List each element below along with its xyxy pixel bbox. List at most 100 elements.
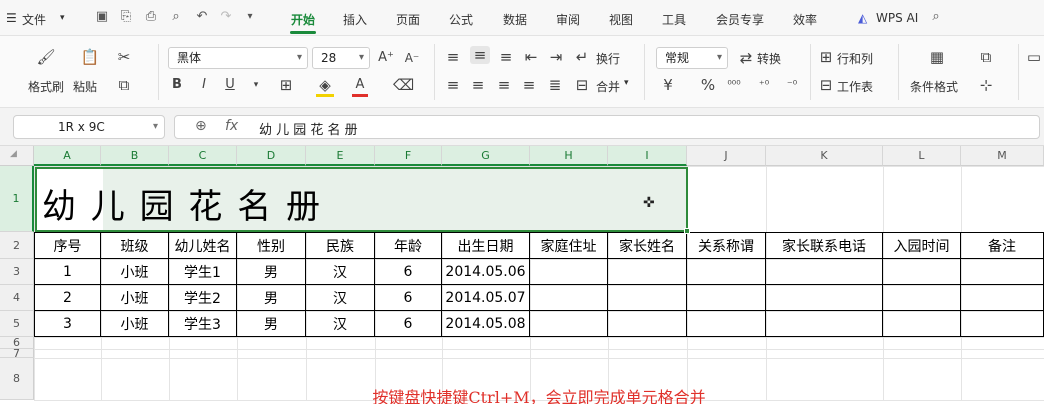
header-cell[interactable]: 家庭住址	[530, 232, 608, 259]
header-cell[interactable]: 家长姓名	[608, 232, 687, 259]
table-cell[interactable]: 学生2	[169, 285, 237, 311]
table-cell[interactable]: 3	[34, 311, 101, 337]
table-cell[interactable]: 2014.05.07	[442, 285, 530, 311]
header-cell[interactable]: 序号	[34, 232, 101, 259]
row-header-7[interactable]: 7	[0, 348, 34, 359]
tab-home[interactable]: 开始	[291, 11, 315, 28]
column-header-C[interactable]: C	[169, 146, 237, 166]
border-icon[interactable]: ⊞	[278, 76, 294, 94]
tab-view[interactable]: 视图	[609, 11, 633, 28]
table-cell[interactable]	[608, 259, 687, 285]
file-menu[interactable]: 文件	[22, 11, 46, 28]
name-box[interactable]: 1R x 9C ▾	[13, 115, 165, 139]
column-header-M[interactable]: M	[961, 146, 1044, 166]
row-header-8[interactable]: 8	[0, 358, 34, 400]
italic-icon[interactable]: I	[197, 76, 211, 94]
row-header-4[interactable]: 4	[0, 285, 34, 311]
wps-ai-button[interactable]: WPS AI	[876, 11, 918, 25]
fill-color-icon[interactable]: ◈	[316, 76, 334, 97]
table-cell[interactable]	[883, 285, 961, 311]
table-cell[interactable]	[961, 259, 1044, 285]
tab-review[interactable]: 审阅	[556, 11, 580, 28]
header-cell[interactable]: 班级	[101, 232, 169, 259]
rows-cols-icon[interactable]: ⊞	[818, 48, 834, 66]
copy-icon[interactable]: ⧉	[115, 76, 133, 94]
zoom-icon[interactable]: ⊕	[195, 118, 207, 134]
table-cell[interactable]	[883, 311, 961, 337]
table-cell[interactable]: 2014.05.06	[442, 259, 530, 285]
table-cell[interactable]: 6	[375, 285, 442, 311]
tab-data[interactable]: 数据	[503, 11, 527, 28]
tab-formula[interactable]: 公式	[449, 11, 473, 28]
table-cell[interactable]: 6	[375, 259, 442, 285]
worksheet-icon[interactable]: ⊟	[818, 76, 834, 94]
more-chevron-icon[interactable]: ▾	[242, 9, 258, 25]
print-icon[interactable]: ⎙	[143, 9, 159, 25]
wrap-text-icon[interactable]: ↵	[574, 48, 590, 66]
chevron-down-icon[interactable]: ▾	[60, 13, 65, 23]
cell-style-icon[interactable]: ⧉	[978, 48, 994, 66]
percent-icon[interactable]: %	[700, 76, 716, 94]
align-top-icon[interactable]: ≡	[445, 48, 461, 66]
column-header-B[interactable]: B	[101, 146, 169, 166]
header-cell[interactable]: 入园时间	[883, 232, 961, 259]
column-header-J[interactable]: J	[687, 146, 766, 166]
table-cell[interactable]: 1	[34, 259, 101, 285]
align-bottom-icon[interactable]: ≡	[498, 48, 514, 66]
row-header-1[interactable]: 1	[0, 166, 34, 232]
table-cell[interactable]: 小班	[101, 311, 169, 337]
hamburger-icon[interactable]: ☰	[6, 11, 17, 25]
align-left-icon[interactable]: ≡	[445, 76, 461, 94]
font-size-dropdown[interactable]: 28 ▾	[312, 47, 370, 69]
formula-input[interactable]: ⊕ fx 幼 儿 园 花 名 册	[174, 115, 1040, 139]
table-cell[interactable]	[608, 311, 687, 337]
table-cell[interactable]	[530, 311, 608, 337]
header-cell[interactable]: 年龄	[375, 232, 442, 259]
bold-icon[interactable]: B	[170, 76, 184, 94]
align-center-icon[interactable]: ≡	[470, 76, 486, 94]
cut-icon[interactable]: ✂	[115, 48, 133, 66]
merged-title-cell[interactable]: 幼 儿 园 花 名 册 ✜	[35, 167, 690, 234]
column-header-G[interactable]: G	[442, 146, 530, 166]
align-middle-icon[interactable]: ≡	[470, 46, 490, 64]
header-cell[interactable]: 民族	[306, 232, 375, 259]
table-cell[interactable]	[530, 285, 608, 311]
table-cell[interactable]: 男	[237, 259, 306, 285]
rows-cols-button[interactable]: 行和列	[837, 50, 873, 67]
wrap-text-button[interactable]: 换行	[596, 50, 620, 67]
format-painter-button[interactable]: 格式刷	[28, 78, 64, 95]
row-header-2[interactable]: 2	[0, 232, 34, 259]
table-cell[interactable]	[687, 311, 766, 337]
spreadsheet-grid[interactable]: ◢ ABCDEFGHIJKLM 12345678 序号 班级 幼儿姓名 性别 民族 年龄出…	[0, 146, 1044, 404]
indent-increase-icon[interactable]: ⇥	[548, 48, 564, 66]
column-header-E[interactable]: E	[306, 146, 375, 166]
header-cell[interactable]: 幼儿姓名	[169, 232, 237, 259]
paste-button[interactable]: 粘贴	[73, 78, 97, 95]
font-shrink-icon[interactable]: A⁻	[404, 49, 420, 67]
search-icon[interactable]: ⌕	[928, 9, 944, 25]
font-grow-icon[interactable]: A⁺	[378, 49, 394, 67]
table-cell[interactable]	[766, 259, 883, 285]
fill-handle[interactable]	[684, 228, 690, 234]
conditional-format-button[interactable]: 条件格式	[910, 78, 958, 95]
table-cell[interactable]: 小班	[101, 285, 169, 311]
table-cell[interactable]	[766, 311, 883, 337]
column-header-L[interactable]: L	[883, 146, 961, 166]
underline-icon[interactable]: U	[222, 76, 238, 94]
chevron-down-icon[interactable]: ▾	[250, 76, 262, 94]
table-cell[interactable]: 汉	[306, 311, 375, 337]
table-cell[interactable]: 男	[237, 285, 306, 311]
format-painter-icon[interactable]: 🖌	[36, 48, 56, 66]
table-cell[interactable]: 汉	[306, 259, 375, 285]
font-name-dropdown[interactable]: 黑体 ▾	[168, 47, 308, 69]
worksheet-button[interactable]: 工作表	[837, 78, 873, 95]
convert-icon[interactable]: ⇄	[738, 49, 754, 67]
more-tools-icon[interactable]: ▭	[1026, 48, 1042, 66]
table-cell[interactable]	[961, 285, 1044, 311]
table-cell[interactable]	[687, 259, 766, 285]
table-cell[interactable]	[687, 285, 766, 311]
decimal-decrease-icon[interactable]: ⁻⁰	[784, 76, 800, 94]
redo-icon[interactable]: ↷	[218, 9, 234, 25]
border-settings-icon[interactable]: ⊹	[978, 76, 994, 94]
table-cell[interactable]	[530, 259, 608, 285]
